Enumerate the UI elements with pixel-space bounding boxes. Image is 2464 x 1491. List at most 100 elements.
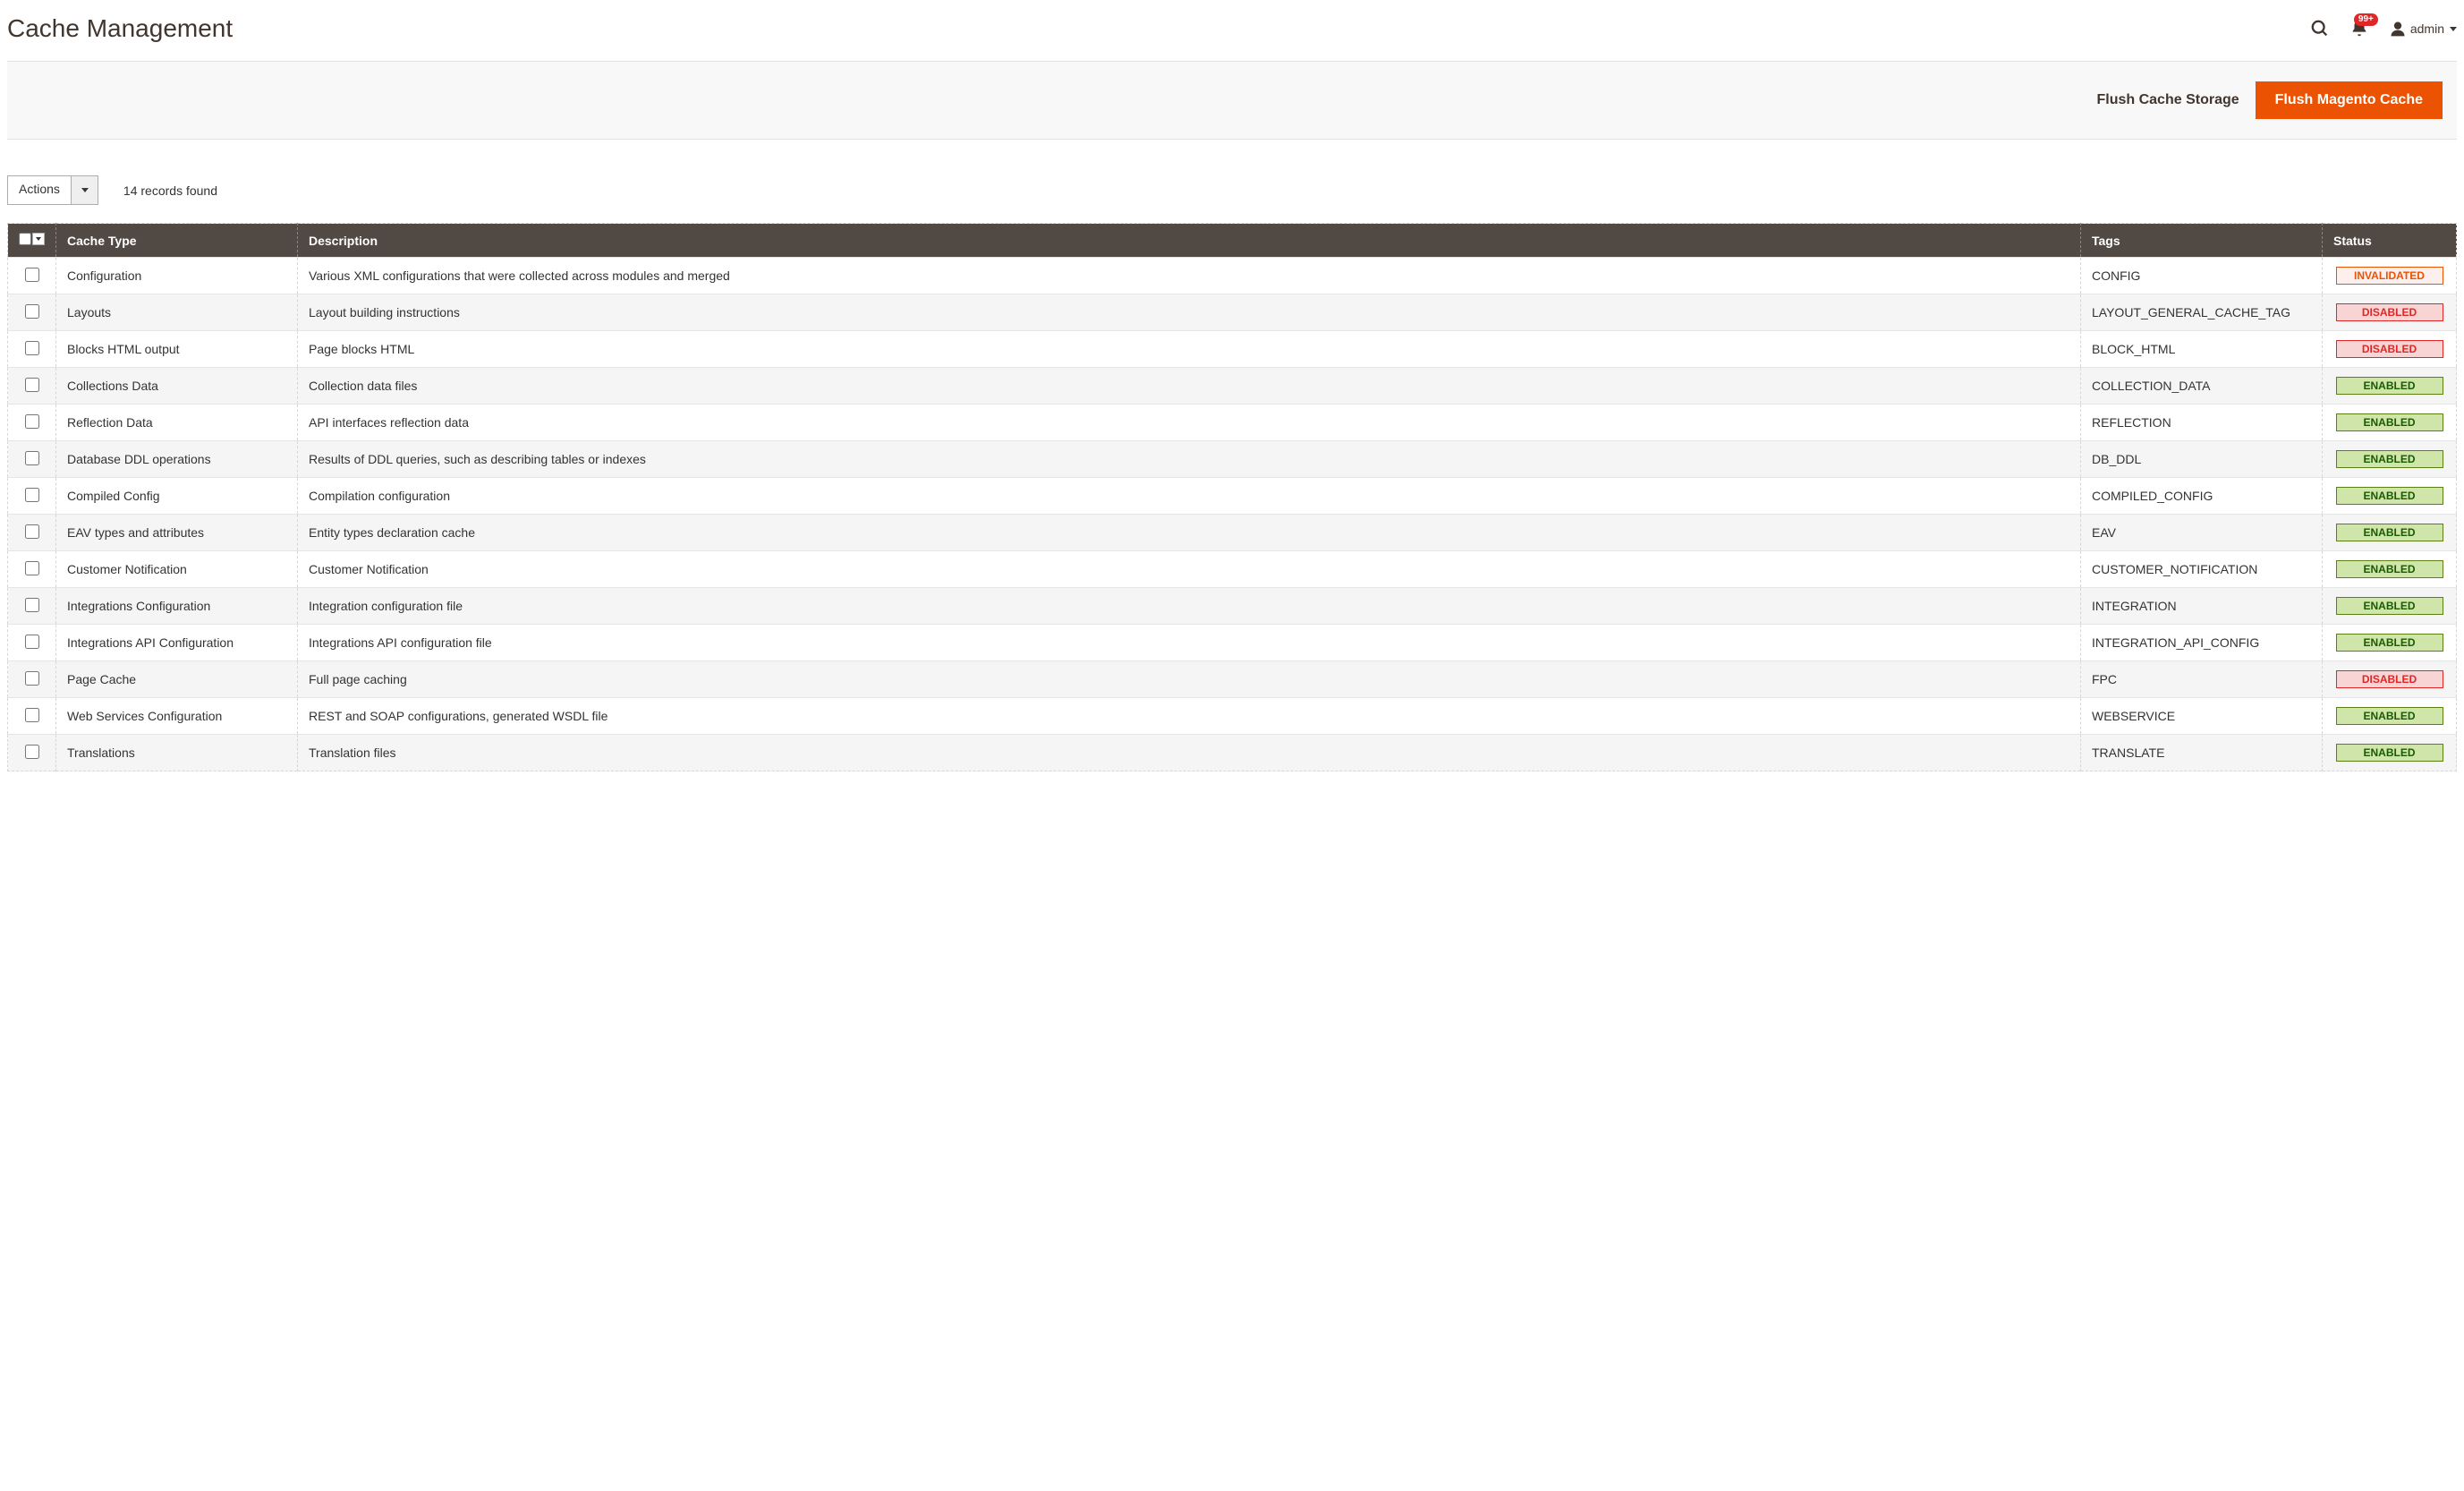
status-cell: ENABLED — [2323, 625, 2457, 661]
status-badge: ENABLED — [2336, 487, 2443, 505]
row-select-cell — [8, 258, 56, 294]
description-cell: Integrations API configuration file — [298, 625, 2081, 661]
row-checkbox[interactable] — [25, 598, 39, 612]
tags-cell: INTEGRATION_API_CONFIG — [2081, 625, 2323, 661]
column-header-tags[interactable]: Tags — [2081, 224, 2323, 258]
row-select-cell — [8, 588, 56, 625]
row-select-cell — [8, 698, 56, 735]
description-cell: Various XML configurations that were col… — [298, 258, 2081, 294]
user-menu[interactable]: admin — [2389, 20, 2457, 38]
table-row: EAV types and attributesEntity types dec… — [8, 515, 2457, 551]
row-checkbox[interactable] — [25, 671, 39, 686]
tags-cell: EAV — [2081, 515, 2323, 551]
cache-type-cell: Reflection Data — [56, 405, 298, 441]
row-checkbox[interactable] — [25, 561, 39, 575]
tags-cell: TRANSLATE — [2081, 735, 2323, 771]
description-cell: Translation files — [298, 735, 2081, 771]
tags-cell: LAYOUT_GENERAL_CACHE_TAG — [2081, 294, 2323, 331]
select-all-dropdown[interactable] — [32, 233, 45, 245]
table-row: TranslationsTranslation filesTRANSLATEEN… — [8, 735, 2457, 771]
status-cell: ENABLED — [2323, 551, 2457, 588]
table-row: ConfigurationVarious XML configurations … — [8, 258, 2457, 294]
mass-actions-label: Actions — [8, 176, 71, 204]
mass-actions-dropdown[interactable]: Actions — [7, 175, 98, 205]
column-header-description[interactable]: Description — [298, 224, 2081, 258]
row-checkbox[interactable] — [25, 524, 39, 539]
cache-type-cell: Integrations API Configuration — [56, 625, 298, 661]
row-select-cell — [8, 661, 56, 698]
table-row: Integrations API ConfigurationIntegratio… — [8, 625, 2457, 661]
tags-cell: REFLECTION — [2081, 405, 2323, 441]
cache-type-cell: EAV types and attributes — [56, 515, 298, 551]
description-cell: Full page caching — [298, 661, 2081, 698]
user-icon — [2389, 20, 2407, 38]
cache-type-cell: Configuration — [56, 258, 298, 294]
status-badge: ENABLED — [2336, 450, 2443, 468]
tags-cell: COLLECTION_DATA — [2081, 368, 2323, 405]
status-cell: ENABLED — [2323, 368, 2457, 405]
row-checkbox[interactable] — [25, 414, 39, 429]
row-checkbox[interactable] — [25, 341, 39, 355]
row-checkbox[interactable] — [25, 635, 39, 649]
cache-grid: Cache Type Description Tags Status Confi… — [7, 223, 2457, 771]
description-cell: Customer Notification — [298, 551, 2081, 588]
table-row: Reflection DataAPI interfaces reflection… — [8, 405, 2457, 441]
row-checkbox[interactable] — [25, 378, 39, 392]
description-cell: Layout building instructions — [298, 294, 2081, 331]
row-checkbox[interactable] — [25, 304, 39, 319]
description-cell: Results of DDL queries, such as describi… — [298, 441, 2081, 478]
row-select-cell — [8, 368, 56, 405]
row-select-cell — [8, 478, 56, 515]
status-cell: ENABLED — [2323, 405, 2457, 441]
status-badge: DISABLED — [2336, 303, 2443, 321]
description-cell: REST and SOAP configurations, generated … — [298, 698, 2081, 735]
notification-badge: 99+ — [2354, 13, 2378, 26]
status-cell: DISABLED — [2323, 294, 2457, 331]
notifications-icon[interactable]: 99+ — [2349, 19, 2369, 38]
row-select-cell — [8, 441, 56, 478]
cache-type-cell: Database DDL operations — [56, 441, 298, 478]
table-row: Compiled ConfigCompilation configuration… — [8, 478, 2457, 515]
cache-type-cell: Page Cache — [56, 661, 298, 698]
column-header-cache-type[interactable]: Cache Type — [56, 224, 298, 258]
cache-type-cell: Collections Data — [56, 368, 298, 405]
column-header-status[interactable]: Status — [2323, 224, 2457, 258]
select-all-checkbox[interactable] — [19, 233, 31, 245]
grid-controls: Actions 14 records found — [7, 175, 2457, 205]
status-badge: INVALIDATED — [2336, 267, 2443, 285]
status-cell: INVALIDATED — [2323, 258, 2457, 294]
tags-cell: BLOCK_HTML — [2081, 331, 2323, 368]
search-icon[interactable] — [2310, 19, 2330, 38]
cache-type-cell: Integrations Configuration — [56, 588, 298, 625]
row-checkbox[interactable] — [25, 488, 39, 502]
description-cell: Compilation configuration — [298, 478, 2081, 515]
status-cell: ENABLED — [2323, 698, 2457, 735]
tags-cell: CUSTOMER_NOTIFICATION — [2081, 551, 2323, 588]
status-badge: DISABLED — [2336, 670, 2443, 688]
status-cell: ENABLED — [2323, 588, 2457, 625]
cache-type-cell: Web Services Configuration — [56, 698, 298, 735]
status-cell: ENABLED — [2323, 478, 2457, 515]
status-badge: ENABLED — [2336, 377, 2443, 395]
status-cell: ENABLED — [2323, 735, 2457, 771]
description-cell: API interfaces reflection data — [298, 405, 2081, 441]
row-checkbox[interactable] — [25, 451, 39, 465]
table-row: LayoutsLayout building instructionsLAYOU… — [8, 294, 2457, 331]
flush-cache-storage-button[interactable]: Flush Cache Storage — [2096, 92, 2239, 108]
mass-actions-toggle[interactable] — [71, 176, 98, 204]
flush-magento-cache-button[interactable]: Flush Magento Cache — [2256, 81, 2443, 119]
status-badge: ENABLED — [2336, 524, 2443, 541]
column-header-select — [8, 224, 56, 258]
description-cell: Integration configuration file — [298, 588, 2081, 625]
chevron-down-icon — [36, 237, 41, 241]
chevron-down-icon — [81, 188, 89, 192]
row-checkbox[interactable] — [25, 745, 39, 759]
row-checkbox[interactable] — [25, 708, 39, 722]
row-checkbox[interactable] — [25, 268, 39, 282]
status-badge: ENABLED — [2336, 634, 2443, 652]
tags-cell: INTEGRATION — [2081, 588, 2323, 625]
row-select-cell — [8, 551, 56, 588]
status-badge: ENABLED — [2336, 707, 2443, 725]
cache-type-cell: Blocks HTML output — [56, 331, 298, 368]
status-badge: ENABLED — [2336, 413, 2443, 431]
